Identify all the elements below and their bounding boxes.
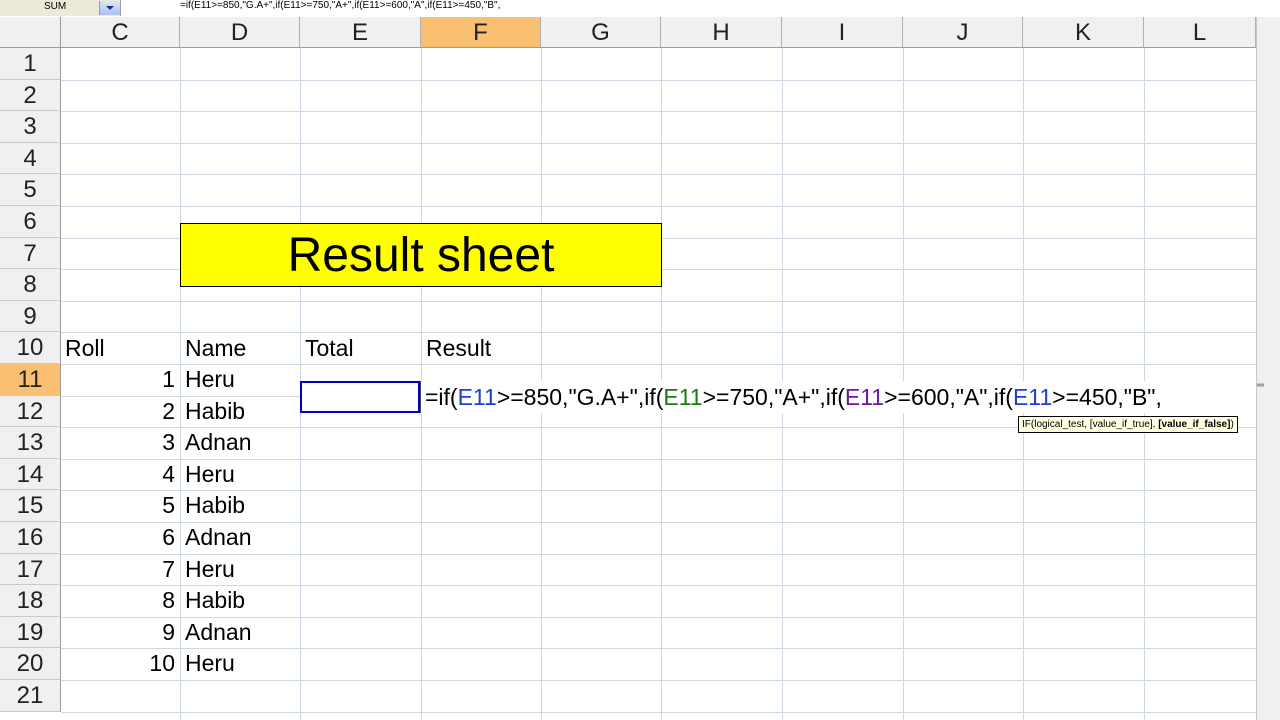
select-all-corner[interactable]	[0, 17, 61, 48]
function-tooltip: IF(logical_test, [value_if_true], [value…	[1018, 416, 1238, 433]
column-header-f[interactable]: F	[421, 17, 541, 48]
gridline	[61, 174, 1256, 176]
roll-cell[interactable]: 8	[61, 585, 175, 616]
header-total: Total	[305, 335, 354, 361]
row-header-6[interactable]: 6	[0, 206, 61, 238]
name-cell[interactable]: Habib	[185, 490, 245, 521]
roll-cell[interactable]: 3	[61, 427, 175, 458]
gridline	[61, 79, 1256, 81]
edit-part: =if(	[425, 384, 458, 410]
row-header-9[interactable]: 9	[0, 300, 61, 333]
row-header-12[interactable]: 12	[0, 395, 61, 428]
name-cell[interactable]: Heru	[185, 364, 235, 395]
header-name: Name	[185, 335, 247, 361]
vertical-scrollbar[interactable]	[1256, 17, 1280, 720]
row-header-14[interactable]: 14	[0, 458, 61, 491]
tooltip-suffix: )	[1230, 419, 1234, 430]
row-header-2[interactable]: 2	[0, 79, 61, 112]
edit-part: >=850,"G.A+",if(	[496, 384, 664, 410]
roll-cell[interactable]: 6	[61, 522, 175, 553]
gridline	[61, 111, 1256, 113]
name-box-value: SUM	[44, 1, 67, 12]
title-cell[interactable]: Result sheet	[180, 223, 662, 287]
roll-cell[interactable]: 2	[61, 396, 175, 427]
row-header-15[interactable]: 15	[0, 490, 61, 522]
cell-ref: E11	[1012, 384, 1053, 410]
cell-ref: E11	[457, 384, 497, 410]
name-box[interactable]: SUM	[0, 0, 121, 16]
column-header-c[interactable]: C	[61, 17, 180, 48]
column-header-g[interactable]: G	[541, 17, 661, 48]
name-cell[interactable]: Heru	[185, 648, 235, 679]
name-cell[interactable]: Habib	[185, 396, 245, 427]
edit-part: >=750,"A+",if(	[702, 384, 845, 410]
edit-part: >=450,"B",	[1052, 384, 1162, 410]
column-header-j[interactable]: J	[903, 17, 1023, 48]
name-cell[interactable]: Habib	[185, 585, 245, 616]
row-header-21[interactable]: 21	[0, 680, 61, 712]
formula-bar: SUM =if(E11>=850,"G.A+",if(E11>=750,"A+"…	[0, 0, 1280, 18]
roll-cell[interactable]: 10	[61, 648, 175, 679]
row-header-10[interactable]: 10	[0, 332, 61, 364]
gridline	[61, 364, 1256, 365]
formula-input[interactable]: =if(E11>=850,"G.A+",if(E11>=750,"A+",if(…	[180, 0, 500, 11]
gridline	[61, 458, 1256, 460]
row-header-1[interactable]: 1	[0, 48, 61, 80]
cell-ref: E11	[663, 384, 703, 410]
roll-cell[interactable]: 1	[61, 364, 175, 395]
gridline	[61, 680, 1256, 681]
column-header-l[interactable]: L	[1144, 17, 1256, 48]
spreadsheet-grid: CDEFGHIJKL 1 2 3 4 5 6 7 8 9 10 11 12 13 14 15 16 17 18 19…	[0, 17, 1280, 720]
cell-edit-text[interactable]: =if(E11>=850,"G.A+",if(E11>=750,"A+",if(…	[425, 381, 1162, 413]
chevron-down-icon[interactable]	[99, 1, 120, 15]
gridline	[61, 648, 1256, 650]
gridline	[61, 142, 1256, 144]
row-header-17[interactable]: 17	[0, 553, 61, 586]
row-header-3[interactable]: 3	[0, 111, 61, 143]
cell-edit-f11[interactable]: =if(E11>=850,"G.A+",if(E11>=750,"A+",if(…	[420, 381, 1256, 413]
tooltip-current-arg[interactable]: [value_if_false]	[1158, 419, 1230, 430]
roll-cell[interactable]: 9	[61, 617, 175, 648]
name-cell[interactable]: Heru	[185, 459, 235, 490]
row-header-19[interactable]: 19	[0, 616, 61, 649]
row-header-8[interactable]: 8	[0, 269, 61, 301]
row-header-11[interactable]: 11	[0, 364, 61, 396]
row-header-16[interactable]: 16	[0, 522, 61, 554]
header-result: Result	[426, 335, 492, 361]
gridline	[180, 48, 181, 720]
roll-cell[interactable]: 7	[61, 554, 175, 585]
gridline	[61, 300, 1256, 302]
header-roll: Roll	[65, 335, 105, 361]
column-header-i[interactable]: I	[782, 17, 903, 48]
split-handle-icon[interactable]: ═	[1257, 380, 1264, 391]
roll-cell[interactable]: 5	[61, 490, 175, 521]
cell-ref: E11	[844, 384, 885, 410]
gridline	[61, 553, 1256, 555]
row-header-4[interactable]: 4	[0, 142, 61, 175]
gridline	[61, 206, 1256, 207]
name-cell[interactable]: Adnan	[185, 522, 252, 553]
row-header-18[interactable]: 18	[0, 585, 61, 617]
edit-part: >=600,"A",if(	[884, 384, 1013, 410]
roll-cell[interactable]: 4	[61, 459, 175, 490]
name-cell[interactable]: Adnan	[185, 427, 252, 458]
row-header-5[interactable]: 5	[0, 174, 61, 206]
column-header-d[interactable]: D	[180, 17, 300, 48]
row-header-20[interactable]: 20	[0, 648, 61, 680]
name-cell[interactable]: Adnan	[185, 617, 252, 648]
active-cell-e11[interactable]	[300, 381, 420, 413]
column-header-h[interactable]: H	[661, 17, 782, 48]
row-header-7[interactable]: 7	[0, 237, 61, 270]
column-header-e[interactable]: E	[300, 17, 421, 48]
tooltip-prefix[interactable]: IF(logical_test, [value_if_true],	[1022, 419, 1158, 430]
column-header-k[interactable]: K	[1023, 17, 1144, 48]
row-header-13[interactable]: 13	[0, 427, 61, 459]
name-cell[interactable]: Heru	[185, 554, 235, 585]
gridline	[61, 711, 1256, 713]
